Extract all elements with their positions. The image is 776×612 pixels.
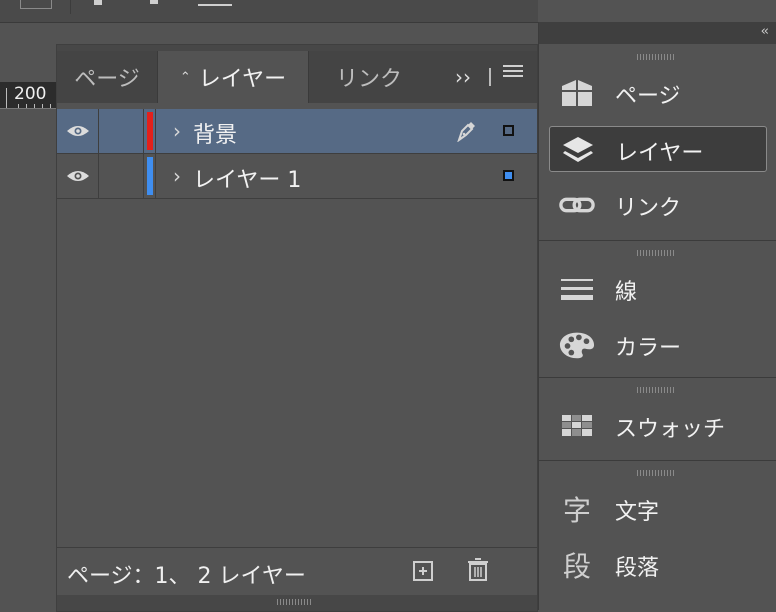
eye-icon <box>66 126 89 136</box>
layer-row[interactable]: › レイヤー 1 <box>57 154 537 199</box>
dock-item-links[interactable]: リンク <box>549 182 767 228</box>
layer-color-bar <box>147 157 153 195</box>
row-divider <box>155 154 156 198</box>
dock-item-label: 文字 <box>615 500 660 525</box>
panel-dock: ‹‹ ページ レイヤー リンク 線 カラー スウォッチ 字 文字 段 段落 <box>538 22 776 610</box>
paragraph-icon-wrap: 段 <box>559 549 595 583</box>
dock-item-label: カラー <box>615 336 682 361</box>
layer-color-bar <box>147 112 153 150</box>
dock-item-label: ページ <box>615 84 681 109</box>
tab-links[interactable]: リンク <box>309 51 429 103</box>
pages-icon <box>562 80 592 106</box>
character-icon: 字 <box>562 494 591 527</box>
layers-panel: ページ ⌃ レイヤー リンク ›› › 背景 › レイヤー 1 ページ：1、 2… <box>56 44 538 612</box>
dock-item-color[interactable]: カラー <box>549 322 767 368</box>
chevron-right-icon[interactable]: › <box>173 119 181 143</box>
tab-pages[interactable]: ページ <box>57 51 157 103</box>
dock-item-label: 段落 <box>615 556 660 581</box>
character-icon-wrap: 字 <box>559 493 595 527</box>
dock-item-label: レイヤー <box>616 141 704 166</box>
swatches-icon <box>562 415 592 436</box>
panel-footer: ページ：1、 2 レイヤー <box>57 547 537 596</box>
paragraph-icon: 段 <box>562 550 591 583</box>
dock-item-label: 線 <box>615 280 638 305</box>
selection-square-icon[interactable] <box>503 125 514 136</box>
grip-icon[interactable] <box>637 387 675 393</box>
pages-icon-wrap <box>559 77 595 109</box>
dock-item-pages[interactable]: ページ <box>549 70 767 116</box>
dock-item-swatches[interactable]: スウォッチ <box>549 403 767 449</box>
spacing-icon[interactable] <box>198 4 232 6</box>
dock-item-character[interactable]: 字 文字 <box>549 486 767 532</box>
stroke-icon-wrap <box>559 273 595 305</box>
dock-header: ‹‹ <box>539 22 776 44</box>
dock-group-2: 線 カラー <box>539 240 776 378</box>
top-toolbar <box>0 0 538 23</box>
align-icon[interactable] <box>94 0 102 5</box>
dock-group-1: ページ レイヤー リンク <box>539 44 776 241</box>
layers-icon-wrap <box>560 134 596 166</box>
layer-name: 背景 <box>193 123 238 148</box>
visibility-toggle[interactable] <box>57 109 99 153</box>
trash-icon[interactable] <box>467 558 489 582</box>
stroke-icon <box>561 279 593 300</box>
dock-item-label: リンク <box>615 196 682 221</box>
eye-icon <box>66 171 89 181</box>
selection-square-icon[interactable] <box>503 170 514 181</box>
lock-toggle[interactable] <box>99 154 144 198</box>
dock-item-label: スウォッチ <box>615 417 726 442</box>
more-tabs-button[interactable]: ›› <box>455 51 471 103</box>
layer-name: レイヤー 1 <box>193 168 302 193</box>
horizontal-ruler: 200 <box>0 82 56 109</box>
panel-menu-icon[interactable] <box>503 65 523 81</box>
collapse-dock-button[interactable]: ‹‹ <box>761 24 770 39</box>
new-layer-button[interactable] <box>413 561 433 581</box>
panel-resize-bar[interactable] <box>57 595 537 611</box>
link-icon-wrap <box>559 189 595 221</box>
dock-group-4: 字 文字 段 段落 <box>539 460 776 610</box>
tab-divider <box>489 68 491 86</box>
dock-group-3: スウォッチ <box>539 377 776 461</box>
sort-arrows-icon: ⌃ <box>179 69 191 85</box>
link-icon <box>559 197 595 213</box>
layers-icon <box>563 137 593 162</box>
palette-icon <box>559 332 595 359</box>
distribute-icon[interactable] <box>150 0 158 4</box>
chevron-right-icon[interactable]: › <box>173 164 181 188</box>
status-text: ページ：1、 2 レイヤー <box>67 564 306 589</box>
layer-list: › 背景 › レイヤー 1 <box>57 109 537 199</box>
lock-toggle[interactable] <box>99 109 144 153</box>
palette-icon-wrap <box>559 329 595 361</box>
grip-icon[interactable] <box>637 54 675 60</box>
resize-grip-icon[interactable] <box>277 599 313 605</box>
pen-icon <box>457 122 475 142</box>
tab-layers[interactable]: ⌃ レイヤー <box>157 51 309 103</box>
swatches-icon-wrap <box>559 410 595 442</box>
grip-icon[interactable] <box>637 470 675 476</box>
dock-item-layers[interactable]: レイヤー <box>549 126 767 172</box>
toolbar-divider <box>70 0 71 14</box>
frame-icon[interactable] <box>20 0 52 9</box>
ruler-label: 200 <box>14 84 47 104</box>
layer-row[interactable]: › 背景 <box>57 109 537 154</box>
grip-icon[interactable] <box>637 250 675 256</box>
visibility-toggle[interactable] <box>57 154 99 198</box>
dock-item-paragraph[interactable]: 段 段落 <box>549 542 767 588</box>
dock-item-stroke[interactable]: 線 <box>549 266 767 312</box>
row-divider <box>155 109 156 153</box>
